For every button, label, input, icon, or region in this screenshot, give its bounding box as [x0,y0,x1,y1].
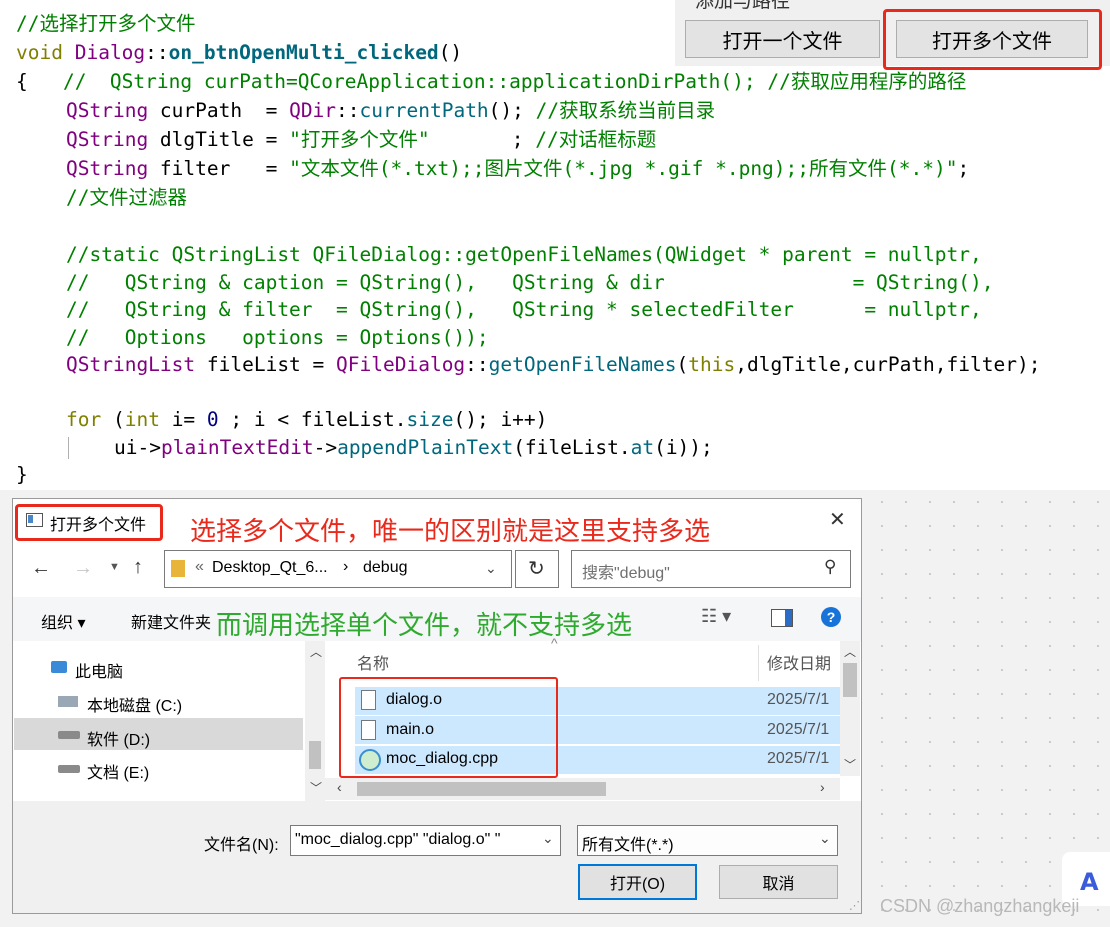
logo-icon: A [1080,868,1099,896]
highlight-dialog-title [15,504,163,541]
watermark: CSDN @zhangzhangkeji [880,896,1080,916]
code-line-6: QString filter = "文本文件(*.txt);;图片文件(*.jp… [66,157,970,180]
code-editor: //选择打开多个文件 void Dialog::on_btnOpenMulti_… [0,0,1110,490]
code-line-5: QString dlgTitle = "打开多个文件" ; //对话框标题 [66,128,657,151]
tree-item-drive-d[interactable]: 软件 (D:) [87,726,150,750]
new-folder-button[interactable]: 新建文件夹 [131,609,211,633]
filename-input[interactable]: "moc_dialog.cpp" "dialog.o" " ⌄ [290,825,561,856]
list-vertical-scrollbar[interactable]: ︿ ﹀ [840,641,860,776]
tree-scrollbar[interactable]: ︿ ﹀ [305,641,325,801]
organize-menu[interactable]: 组织 ▾ [41,609,85,633]
folder-icon [171,560,185,577]
search-placeholder: 搜索"debug" [582,565,670,582]
filename-value: "moc_dialog.cpp" "dialog.o" " [295,831,501,848]
resize-grip-icon[interactable]: ⋰ [849,899,860,912]
view-options-icon[interactable]: ☷ ▾ [701,606,731,627]
file-date: 2025/7/1 [767,691,830,708]
code-line-14: ui->plainTextEdit->appendPlainText(fileL… [114,436,713,459]
code-line-15: } [16,463,28,486]
cut-off-label: 添加与路径 [695,0,791,12]
tree-item-drive-c[interactable]: 本地磁盘 (C:) [87,692,182,716]
help-icon[interactable]: ? [821,607,841,627]
open-one-file-button[interactable]: 打开一个文件 [685,20,880,58]
file-date: 2025/7/1 [767,750,830,767]
recent-dropdown-icon[interactable]: ▼ [109,561,120,573]
file-date: 2025/7/1 [767,721,830,738]
code-line-2: void Dialog::on_btnOpenMulti_clicked() [16,41,463,64]
file-type-select[interactable]: 所有文件(*.*) ⌄ [577,825,838,856]
code-line-8: //static QStringList QFileDialog::getOpe… [66,243,982,266]
chevron-down-icon[interactable]: ⌄ [542,830,554,847]
refresh-button[interactable]: ↻ [515,550,559,588]
highlight-open-multi [883,9,1102,70]
drive-c-icon [58,696,78,707]
column-divider [758,645,759,681]
chevron-down-icon[interactable]: ⌄ [485,560,497,577]
code-line-1: //选择打开多个文件 [16,12,196,35]
refresh-icon: ↻ [528,558,545,580]
column-header-name[interactable]: 名称 [357,650,389,674]
file-type-value: 所有文件(*.*) [582,837,674,854]
up-arrow-icon[interactable]: ↑ [133,556,143,579]
code-line-4: QString curPath = QDir::currentPath(); /… [66,99,716,122]
path-part-2[interactable]: debug [363,559,408,577]
search-input[interactable]: 搜索"debug" ⚲ [571,550,851,588]
path-separator: › [343,558,349,575]
close-icon[interactable]: ✕ [829,507,846,532]
highlight-selected-files [339,677,558,778]
code-line-12: QStringList fileList = QFileDialog::getO… [66,353,1041,376]
forward-arrow-icon[interactable]: → [73,557,93,580]
path-prefix: « [195,558,204,575]
code-line-13: for (int i= 0 ; i < fileList.size(); i++… [66,408,548,431]
open-button[interactable]: 打开(O) [578,864,697,900]
code-line-11: // Options options = Options()); [66,326,489,349]
preview-pane-icon[interactable] [771,609,793,627]
annotation-red: 选择多个文件，唯一的区别就是这里支持多选 [190,517,711,547]
tree-item-drive-e[interactable]: 文档 (E:) [87,759,149,783]
column-header-date[interactable]: 修改日期 [767,650,831,674]
drive-d-icon [58,731,80,739]
search-icon: ⚲ [824,557,837,576]
indent-guide [68,437,69,459]
address-bar[interactable]: « Desktop_Qt_6... › debug ⌄ [164,550,512,588]
file-dialog: 打开多个文件 ✕ ← → ▼ ↑ « Desktop_Qt_6... › deb… [12,498,862,914]
drive-e-icon [58,765,80,773]
list-horizontal-scrollbar[interactable]: ‹ › [325,778,840,800]
path-part-1[interactable]: Desktop_Qt_6... [212,559,328,577]
computer-icon [51,661,67,673]
chevron-down-icon[interactable]: ⌄ [819,830,831,847]
annotation-green: 而调用选择单个文件，就不支持多选 [216,611,633,641]
code-line-7: //文件过滤器 [66,186,187,209]
code-line-3: { // QString curPath=QCoreApplication::a… [16,70,967,93]
code-line-10: // QString & filter = QString(), QString… [66,298,982,321]
tree-item-this-pc[interactable]: 此电脑 [75,658,123,682]
filename-label: 文件名(N): [204,837,279,854]
cancel-button[interactable]: 取消 [719,865,838,899]
code-line-9: // QString & caption = QString(), QStrin… [66,271,994,294]
back-arrow-icon[interactable]: ← [31,557,51,580]
